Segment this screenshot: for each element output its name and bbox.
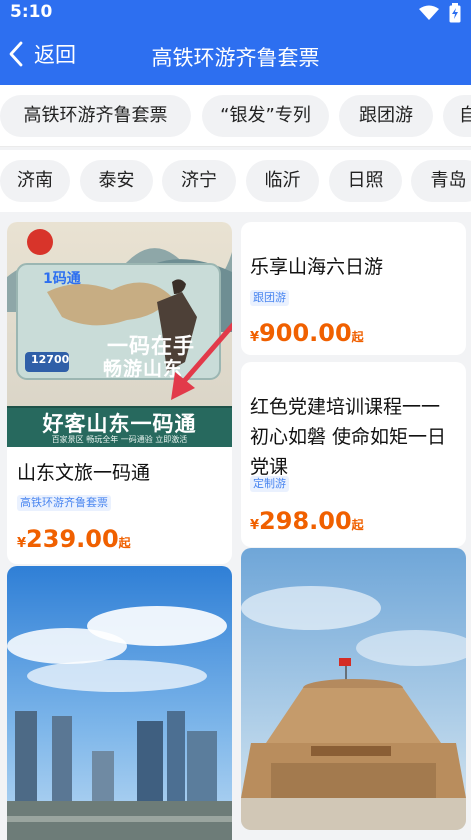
category-chip-row: 高铁环游齐鲁套票 “银发”专列 跟团游 自 xyxy=(0,85,471,147)
wifi-icon xyxy=(419,5,439,21)
product-card[interactable]: 1码通 一码在手 畅游山东 12700 好客山东一码通 百家景区 畅玩全年 一码… xyxy=(7,222,232,564)
product-title: 山东文旅一码通 xyxy=(17,462,151,484)
category-chip[interactable]: 自 xyxy=(443,95,471,137)
status-icons xyxy=(419,3,461,23)
product-image xyxy=(7,566,232,840)
product-price: ¥298.00起 xyxy=(250,507,364,535)
city-chip[interactable]: 济宁 xyxy=(162,160,236,202)
product-price: ¥900.00起 xyxy=(250,319,364,347)
product-tag: 定制游 xyxy=(250,476,289,492)
price-currency: ¥ xyxy=(250,330,260,345)
product-title: 红色党建培训课程一一初心如磐 使命如矩一日党课 xyxy=(250,396,447,478)
product-title: 乐享山海六日游 xyxy=(250,256,384,278)
price-currency: ¥ xyxy=(17,536,27,551)
city-chip[interactable]: 济南 xyxy=(0,160,70,202)
product-card[interactable]: 乐享山海六日游 跟团游 ¥900.00起 xyxy=(241,222,466,355)
city-chip[interactable]: 临沂 xyxy=(246,160,319,202)
product-card[interactable]: 红色党建培训课程一一初心如磐 使命如矩一日党课 定制游 ¥298.00起 xyxy=(241,362,466,547)
product-card[interactable] xyxy=(241,548,466,830)
price-value: 298.00 xyxy=(259,507,352,535)
product-image xyxy=(241,548,466,830)
price-suffix: 起 xyxy=(351,518,364,532)
price-value: 900.00 xyxy=(259,319,352,347)
product-tag: 高铁环游齐鲁套票 xyxy=(17,495,111,511)
app-header: 5:10 返回 高铁环游齐鲁套票 xyxy=(0,0,471,85)
city-chip-row: 济南 泰安 济宁 临沂 日照 青岛 xyxy=(0,150,471,212)
price-suffix: 起 xyxy=(118,536,131,550)
price-suffix: 起 xyxy=(351,330,364,344)
category-chip[interactable]: “银发”专列 xyxy=(202,95,329,137)
city-chip[interactable]: 泰安 xyxy=(80,160,153,202)
city-chip[interactable]: 青岛 xyxy=(411,160,471,202)
product-card[interactable] xyxy=(7,566,232,840)
battery-icon xyxy=(449,3,461,23)
page-title: 高铁环游齐鲁套票 xyxy=(151,46,320,70)
status-time: 5:10 xyxy=(10,2,53,22)
price-currency: ¥ xyxy=(250,518,260,533)
status-bar: 5:10 xyxy=(0,0,471,26)
nav-bar: 返回 高铁环游齐鲁套票 xyxy=(0,26,471,85)
product-image: 1码通 一码在手 畅游山东 12700 好客山东一码通 百家景区 畅玩全年 一码… xyxy=(7,222,232,447)
category-chip[interactable]: 跟团游 xyxy=(339,95,433,137)
product-tag: 跟团游 xyxy=(250,290,289,306)
price-value: 239.00 xyxy=(26,525,119,553)
arrow-annotation-icon xyxy=(171,322,232,400)
product-price: ¥239.00起 xyxy=(17,525,131,553)
city-chip[interactable]: 日照 xyxy=(329,160,402,202)
category-chip[interactable]: 高铁环游齐鲁套票 xyxy=(0,95,191,137)
